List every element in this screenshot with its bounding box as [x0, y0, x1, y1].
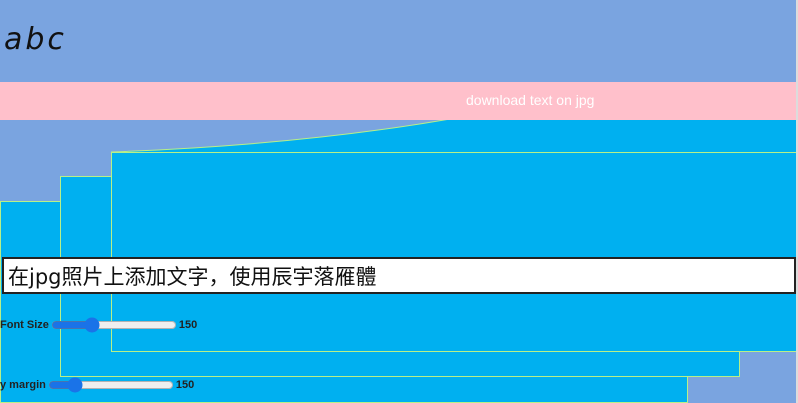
download-text-link[interactable]: download text on jpg: [466, 92, 594, 108]
y-margin-value: 150: [175, 379, 195, 391]
y-margin-label: y margin: [0, 379, 46, 391]
y-margin-slider[interactable]: [47, 378, 174, 392]
font-size-value: 150: [178, 319, 198, 331]
curved-layer-shape: [110, 118, 798, 153]
y-margin-control: y margin 150: [0, 378, 194, 392]
font-size-control: Font Size 150: [0, 318, 197, 332]
font-size-slider[interactable]: [50, 318, 177, 332]
download-band[interactable]: [0, 82, 798, 120]
font-size-label: Font Size: [0, 319, 49, 331]
image-canvas: abc download text on jpg: [0, 0, 798, 403]
overlay-text-input[interactable]: [2, 257, 796, 294]
